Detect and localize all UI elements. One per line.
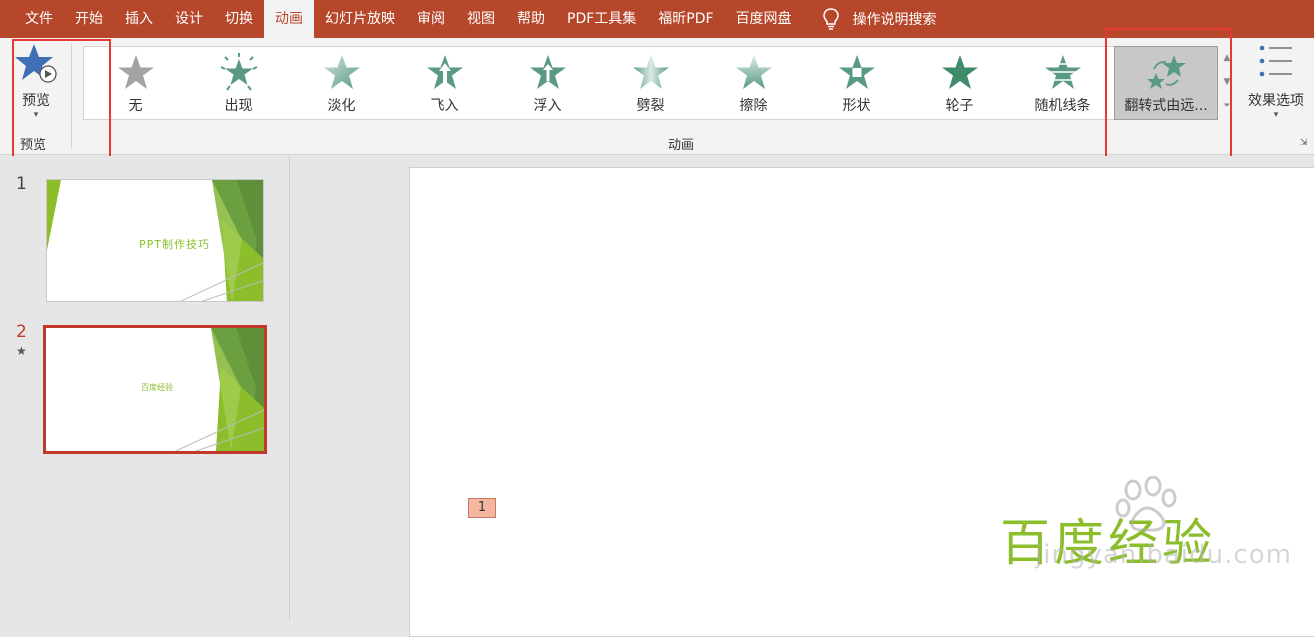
tab-review[interactable]: 审阅: [406, 0, 456, 38]
paw-logo-icon: [1115, 476, 1177, 532]
watermark: jingyan.baidu.com: [1035, 476, 1291, 576]
animation-random-bars[interactable]: 随机线条: [1011, 47, 1114, 119]
tab-slideshow[interactable]: 幻灯片放映: [314, 0, 406, 38]
slide-number: 1: [16, 174, 27, 194]
star-split-icon: [632, 55, 669, 89]
animation-order-tag[interactable]: 1: [468, 498, 496, 518]
slide-thumbnail-1[interactable]: PPT制作技巧: [46, 179, 264, 302]
tab-home[interactable]: 开始: [64, 0, 114, 38]
animation-gallery: 无 出现 淡化 飞入 浮入 劈裂 擦除 形状 轮子 随机线条 翻转式由远...: [83, 46, 1218, 120]
tab-transitions[interactable]: 切换: [214, 0, 264, 38]
star-random-bars-icon: [1042, 55, 1083, 89]
slide-editor: 1 百度经验 jingyan.baidu.com: [291, 156, 1314, 637]
tab-design[interactable]: 设计: [164, 0, 214, 38]
effect-options-label: 效果选项: [1248, 93, 1304, 109]
star-wipe-icon: [735, 55, 772, 89]
animation-group-label: 动画: [668, 138, 695, 153]
animation-label: 擦除: [739, 98, 768, 114]
animation-fade[interactable]: 淡化: [290, 47, 393, 119]
search-label: 操作说明搜索: [852, 12, 937, 28]
highlight-box-selected-animation: [1105, 28, 1232, 163]
animation-label: 出现: [224, 98, 253, 114]
animation-label: 淡化: [327, 98, 356, 114]
animation-wipe[interactable]: 擦除: [702, 47, 805, 119]
animation-label: 形状: [842, 98, 871, 114]
star-fly-in-icon: [426, 55, 463, 89]
lightbulb-icon: [822, 8, 839, 30]
animation-star-icon: ★: [16, 344, 27, 358]
current-slide[interactable]: 1 百度经验 jingyan.baidu.com: [409, 167, 1314, 637]
animation-label: 飞入: [430, 98, 459, 114]
watermark-url: jingyan.baidu.com: [1035, 540, 1292, 570]
animation-shape[interactable]: 形状: [805, 47, 908, 119]
tab-foxit-pdf[interactable]: 福昕PDF: [647, 0, 724, 38]
animation-float-in[interactable]: 浮入: [496, 47, 599, 119]
thumbnail-title: PPT制作技巧: [139, 238, 210, 251]
slide-thumbnail-2[interactable]: 百度经验: [43, 325, 267, 454]
animation-label: 轮子: [945, 98, 974, 114]
chevron-down-icon: ▾: [1273, 110, 1279, 120]
star-fade-icon: [323, 55, 360, 89]
tab-pdf-tools[interactable]: PDF工具集: [556, 0, 647, 38]
animation-fly-in[interactable]: 飞入: [393, 47, 496, 119]
tab-animations[interactable]: 动画: [264, 0, 314, 38]
star-shape-icon: [838, 55, 875, 89]
tab-help[interactable]: 帮助: [506, 0, 556, 38]
dialog-launcher-icon[interactable]: ⇲: [1300, 138, 1308, 148]
star-float-in-icon: [529, 55, 566, 89]
effect-options-button[interactable]: 效果选项 ▾: [1240, 42, 1312, 122]
slide-thumbnail-pane: 1 PPT制作技巧 2 ★ 百度经验: [0, 156, 290, 621]
highlight-box-preview: [12, 39, 111, 169]
animation-wheel[interactable]: 轮子: [908, 47, 1011, 119]
animation-label: 随机线条: [1034, 98, 1091, 114]
slide-number: 2: [16, 322, 27, 342]
tell-me-search[interactable]: 操作说明搜索: [822, 8, 937, 30]
tab-insert[interactable]: 插入: [114, 0, 164, 38]
effect-options-icon: [1259, 45, 1292, 77]
star-appear-icon: [220, 53, 257, 91]
star-none-icon: [117, 55, 154, 89]
tab-file[interactable]: 文件: [14, 0, 64, 38]
animation-label: 劈裂: [636, 98, 665, 114]
animation-split[interactable]: 劈裂: [599, 47, 702, 119]
animation-appear[interactable]: 出现: [187, 47, 290, 119]
thumbnail-title: 百度经验: [141, 383, 173, 392]
tab-baidu-netdisk[interactable]: 百度网盘: [725, 0, 803, 38]
animation-label: 浮入: [533, 98, 562, 114]
tab-view[interactable]: 视图: [456, 0, 506, 38]
star-wheel-icon: [941, 55, 978, 89]
